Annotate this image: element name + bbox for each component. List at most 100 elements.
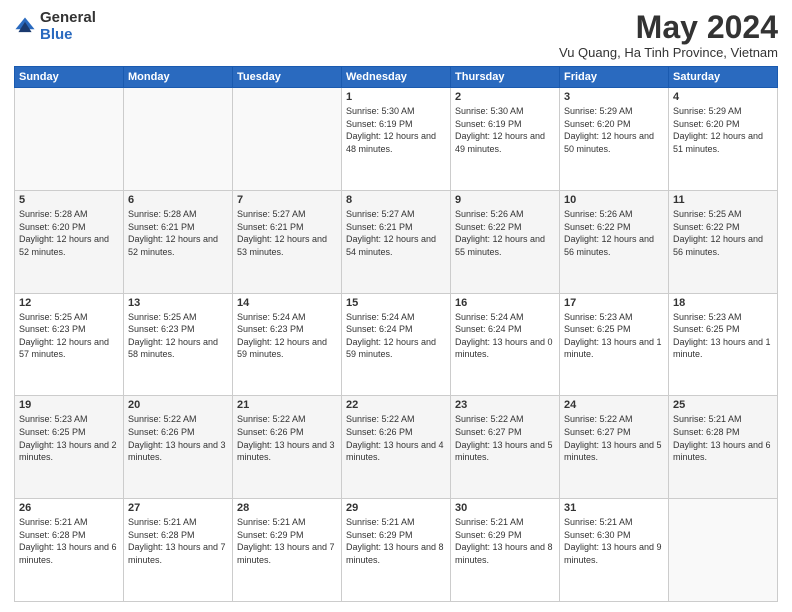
day-number: 5 <box>19 194 119 206</box>
table-row <box>124 88 233 191</box>
day-number: 7 <box>237 194 337 206</box>
cell-content: Sunrise: 5:23 AMSunset: 6:25 PMDaylight:… <box>673 312 771 360</box>
table-row: 26Sunrise: 5:21 AMSunset: 6:28 PMDayligh… <box>15 499 124 602</box>
cell-content: Sunrise: 5:30 AMSunset: 6:19 PMDaylight:… <box>346 106 436 154</box>
day-number: 28 <box>237 502 337 514</box>
day-number: 2 <box>455 91 555 103</box>
table-row: 5 Sunrise: 5:28 AMSunset: 6:20 PMDaylight… <box>15 190 124 293</box>
calendar-table: Sunday Monday Tuesday Wednesday Thursday… <box>14 66 778 602</box>
day-number: 26 <box>19 502 119 514</box>
table-row: 15 Sunrise: 5:24 AMSunset: 6:24 PMDayligh… <box>342 293 451 396</box>
col-wednesday: Wednesday <box>342 67 451 88</box>
day-number: 15 <box>346 297 446 309</box>
cell-content: Sunrise: 5:28 AMSunset: 6:20 PMDaylight:… <box>19 209 109 257</box>
cell-content: Sunrise: 5:22 AMSunset: 6:26 PMDaylight:… <box>237 414 335 462</box>
cell-content: Sunrise: 5:29 AMSunset: 6:20 PMDaylight:… <box>673 106 763 154</box>
cell-content: Sunrise: 5:28 AMSunset: 6:21 PMDaylight:… <box>128 209 218 257</box>
cell-content: Sunrise: 5:23 AMSunset: 6:25 PMDaylight:… <box>19 414 117 462</box>
table-row <box>15 88 124 191</box>
table-row: 13 Sunrise: 5:25 AMSunset: 6:23 PMDayligh… <box>124 293 233 396</box>
table-row: 31 Sunrise: 5:21 AMSunset: 6:30 PMDayligh… <box>560 499 669 602</box>
cell-content: Sunrise: 5:29 AMSunset: 6:20 PMDaylight:… <box>564 106 654 154</box>
day-number: 24 <box>564 399 664 411</box>
logo-general-label: General <box>40 10 96 27</box>
table-row: 11Sunrise: 5:25 AMSunset: 6:22 PMDayligh… <box>669 190 778 293</box>
col-tuesday: Tuesday <box>233 67 342 88</box>
table-row: 3 Sunrise: 5:29 AMSunset: 6:20 PMDaylight… <box>560 88 669 191</box>
calendar-week-row: 12 Sunrise: 5:25 AMSunset: 6:23 PMDayligh… <box>15 293 778 396</box>
table-row: 24 Sunrise: 5:22 AMSunset: 6:27 PMDayligh… <box>560 396 669 499</box>
col-friday: Friday <box>560 67 669 88</box>
table-row: 16 Sunrise: 5:24 AMSunset: 6:24 PMDayligh… <box>451 293 560 396</box>
cell-content: Sunrise: 5:22 AMSunset: 6:26 PMDaylight:… <box>346 414 444 462</box>
cell-content: Sunrise: 5:22 AMSunset: 6:26 PMDaylight:… <box>128 414 226 462</box>
col-monday: Monday <box>124 67 233 88</box>
day-number: 10 <box>564 194 664 206</box>
page: General Blue May 2024 Vu Quang, Ha Tinh … <box>0 0 792 612</box>
table-row: 22 Sunrise: 5:22 AMSunset: 6:26 PMDayligh… <box>342 396 451 499</box>
table-row: 20 Sunrise: 5:22 AMSunset: 6:26 PMDayligh… <box>124 396 233 499</box>
day-number: 17 <box>564 297 664 309</box>
table-row <box>233 88 342 191</box>
cell-content: Sunrise: 5:24 AMSunset: 6:23 PMDaylight:… <box>237 312 327 360</box>
day-number: 29 <box>346 502 446 514</box>
cell-content: Sunrise: 5:26 AMSunset: 6:22 PMDaylight:… <box>455 209 545 257</box>
cell-content: Sunrise: 5:21 AMSunset: 6:30 PMDaylight:… <box>564 517 662 565</box>
cell-content: Sunrise: 5:25 AMSunset: 6:23 PMDaylight:… <box>128 312 218 360</box>
table-row: 7 Sunrise: 5:27 AMSunset: 6:21 PMDaylight… <box>233 190 342 293</box>
calendar-week-row: 19 Sunrise: 5:23 AMSunset: 6:25 PMDayligh… <box>15 396 778 499</box>
col-sunday: Sunday <box>15 67 124 88</box>
day-number: 11 <box>673 194 773 206</box>
day-number: 12 <box>19 297 119 309</box>
day-number: 16 <box>455 297 555 309</box>
table-row: 30 Sunrise: 5:21 AMSunset: 6:29 PMDayligh… <box>451 499 560 602</box>
day-number: 13 <box>128 297 228 309</box>
cell-content: Sunrise: 5:21 AMSunset: 6:28 PMDaylight:… <box>128 517 226 565</box>
day-number: 25 <box>673 399 773 411</box>
cell-content: Sunrise: 5:25 AMSunset: 6:23 PMDaylight:… <box>19 312 109 360</box>
day-number: 19 <box>19 399 119 411</box>
table-row: 23Sunrise: 5:22 AMSunset: 6:27 PMDayligh… <box>451 396 560 499</box>
cell-content: Sunrise: 5:21 AMSunset: 6:29 PMDaylight:… <box>346 517 444 565</box>
header: General Blue May 2024 Vu Quang, Ha Tinh … <box>14 10 778 60</box>
cell-content: Sunrise: 5:24 AMSunset: 6:24 PMDaylight:… <box>455 312 553 360</box>
day-number: 6 <box>128 194 228 206</box>
calendar-header-row: Sunday Monday Tuesday Wednesday Thursday… <box>15 67 778 88</box>
cell-content: Sunrise: 5:22 AMSunset: 6:27 PMDaylight:… <box>564 414 662 462</box>
table-row: 18 Sunrise: 5:23 AMSunset: 6:25 PMDayligh… <box>669 293 778 396</box>
table-row: 28 Sunrise: 5:21 AMSunset: 6:29 PMDayligh… <box>233 499 342 602</box>
table-row: 29 Sunrise: 5:21 AMSunset: 6:29 PMDayligh… <box>342 499 451 602</box>
table-row: 9Sunrise: 5:26 AMSunset: 6:22 PMDaylight… <box>451 190 560 293</box>
day-number: 21 <box>237 399 337 411</box>
calendar-week-row: 5 Sunrise: 5:28 AMSunset: 6:20 PMDaylight… <box>15 190 778 293</box>
cell-content: Sunrise: 5:21 AMSunset: 6:28 PMDaylight:… <box>673 414 771 462</box>
title-block: May 2024 Vu Quang, Ha Tinh Province, Vie… <box>559 10 778 60</box>
cell-content: Sunrise: 5:22 AMSunset: 6:27 PMDaylight:… <box>455 414 553 462</box>
cell-content: Sunrise: 5:21 AMSunset: 6:29 PMDaylight:… <box>455 517 553 565</box>
cell-content: Sunrise: 5:27 AMSunset: 6:21 PMDaylight:… <box>237 209 327 257</box>
day-number: 4 <box>673 91 773 103</box>
logo-text: General Blue <box>40 10 96 43</box>
cell-content: Sunrise: 5:27 AMSunset: 6:21 PMDaylight:… <box>346 209 436 257</box>
day-number: 31 <box>564 502 664 514</box>
table-row <box>669 499 778 602</box>
day-number: 22 <box>346 399 446 411</box>
col-saturday: Saturday <box>669 67 778 88</box>
day-number: 8 <box>346 194 446 206</box>
table-row: 10Sunrise: 5:26 AMSunset: 6:22 PMDayligh… <box>560 190 669 293</box>
table-row: 14Sunrise: 5:24 AMSunset: 6:23 PMDayligh… <box>233 293 342 396</box>
table-row: 25 Sunrise: 5:21 AMSunset: 6:28 PMDayligh… <box>669 396 778 499</box>
cell-content: Sunrise: 5:24 AMSunset: 6:24 PMDaylight:… <box>346 312 436 360</box>
day-number: 20 <box>128 399 228 411</box>
cell-content: Sunrise: 5:21 AMSunset: 6:29 PMDaylight:… <box>237 517 335 565</box>
main-title: May 2024 <box>559 10 778 45</box>
logo-blue-label: Blue <box>40 27 96 44</box>
calendar-week-row: 1Sunrise: 5:30 AMSunset: 6:19 PMDaylight… <box>15 88 778 191</box>
table-row: 12 Sunrise: 5:25 AMSunset: 6:23 PMDayligh… <box>15 293 124 396</box>
table-row: 2Sunrise: 5:30 AMSunset: 6:19 PMDaylight… <box>451 88 560 191</box>
day-number: 30 <box>455 502 555 514</box>
logo-icon <box>14 16 36 38</box>
day-number: 18 <box>673 297 773 309</box>
day-number: 3 <box>564 91 664 103</box>
table-row: 21 Sunrise: 5:22 AMSunset: 6:26 PMDayligh… <box>233 396 342 499</box>
